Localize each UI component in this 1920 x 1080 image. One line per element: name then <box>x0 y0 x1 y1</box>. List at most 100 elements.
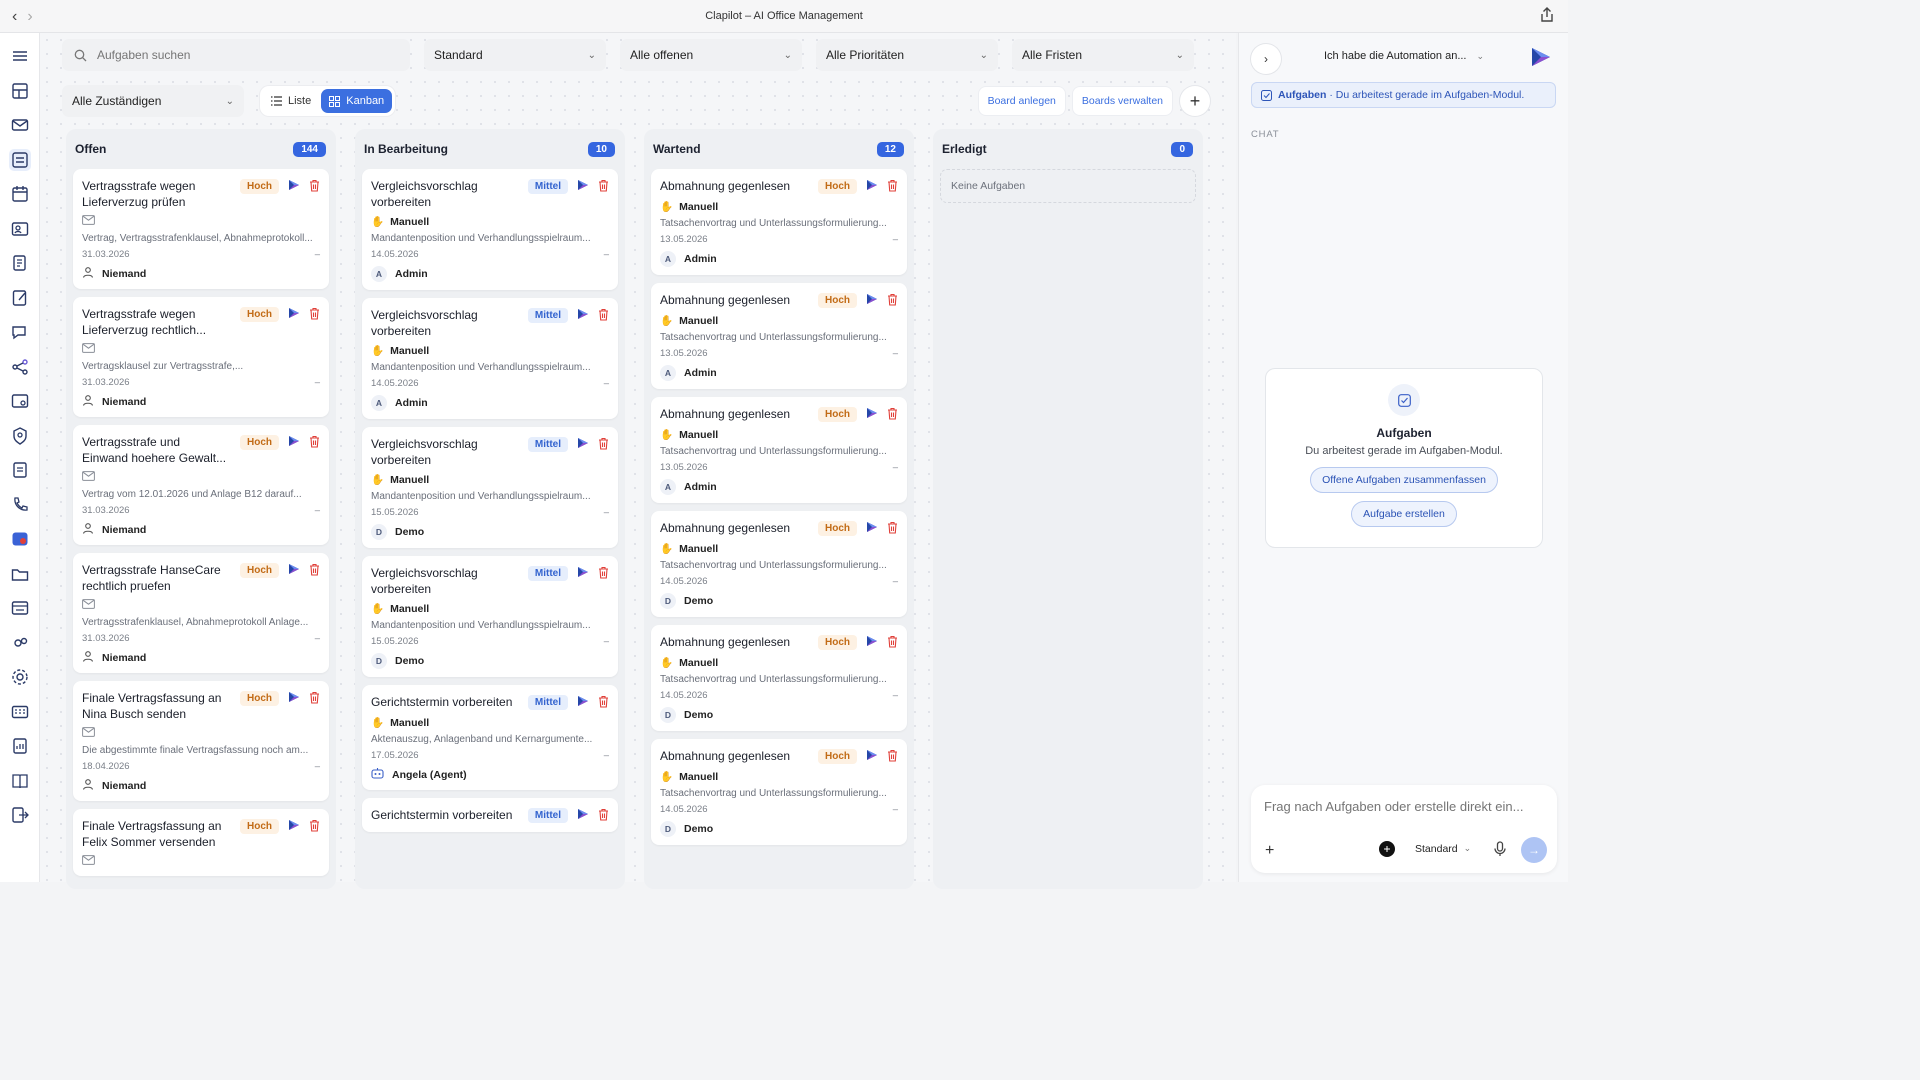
summarize-tasks-button[interactable]: Offene Aufgaben zusammenfassen <box>1310 467 1498 493</box>
assignee-row[interactable]: Angela (Agent) <box>371 767 609 782</box>
assign-ai-icon[interactable] <box>865 406 879 423</box>
assignee-row[interactable]: A Admin <box>660 251 898 267</box>
collapse-panel-button[interactable]: › <box>1251 44 1281 74</box>
delete-icon[interactable] <box>309 435 320 451</box>
task-card[interactable]: Vertragsstrafe und Einwand hoehere Gewal… <box>73 425 329 545</box>
assignee-row[interactable]: A Admin <box>371 395 609 411</box>
task-card[interactable]: Vergleichsvorschlag vorbereiten Mittel ✋ Ma… <box>362 169 618 290</box>
delete-icon[interactable] <box>598 695 609 711</box>
microphone-icon[interactable] <box>1494 841 1506 860</box>
report-icon[interactable] <box>9 735 31 757</box>
list-view-button[interactable]: Liste <box>263 89 319 113</box>
delete-icon[interactable] <box>887 407 898 423</box>
priority-dropdown[interactable]: Alle Prioritäten ⌄ <box>816 39 998 71</box>
media-icon[interactable] <box>9 528 31 550</box>
add-task-button[interactable]: + <box>1180 86 1210 116</box>
kanban-view-button[interactable]: Kanban <box>321 89 393 113</box>
assignee-row[interactable]: D Demo <box>660 593 898 609</box>
assign-ai-icon[interactable] <box>865 748 879 765</box>
assign-ai-icon[interactable] <box>576 178 590 195</box>
assign-ai-icon[interactable] <box>576 307 590 324</box>
task-card[interactable]: Abmahnung gegenlesen Hoch ✋ Manuell Tatsache… <box>651 625 907 731</box>
dashboard-icon[interactable] <box>9 80 31 102</box>
assign-ai-icon[interactable] <box>287 818 301 835</box>
browser-icon[interactable] <box>9 597 31 619</box>
thread-selector[interactable]: Ich habe die Automation an... ⌄ <box>1324 50 1484 62</box>
assign-ai-icon[interactable] <box>287 690 301 707</box>
invoice-icon[interactable] <box>9 459 31 481</box>
contacts-icon[interactable] <box>9 218 31 240</box>
assign-ai-icon[interactable] <box>576 565 590 582</box>
task-card[interactable]: Abmahnung gegenlesen Hoch ✋ Manuell Tatsache… <box>651 283 907 389</box>
delete-icon[interactable] <box>598 437 609 453</box>
assignee-row[interactable]: Niemand <box>82 394 320 409</box>
delete-icon[interactable] <box>887 749 898 765</box>
task-card[interactable]: Vergleichsvorschlag vorbereiten Mittel ✋ Ma… <box>362 427 618 548</box>
delete-icon[interactable] <box>309 563 320 579</box>
delete-icon[interactable] <box>598 566 609 582</box>
task-card[interactable]: Vergleichsvorschlag vorbereiten Mittel ✋ Ma… <box>362 556 618 677</box>
gear-icon[interactable] <box>9 666 31 688</box>
context-chip[interactable]: Aufgaben · Du arbeitest gerade im Aufgab… <box>1251 82 1556 108</box>
chat-input[interactable] <box>1264 799 1549 814</box>
assignee-row[interactable]: D Demo <box>371 524 609 540</box>
assignee-row[interactable]: A Admin <box>660 479 898 495</box>
task-card[interactable]: Finale Vertragsfassung an Nina Busch sen… <box>73 681 329 801</box>
calendar-icon[interactable] <box>9 183 31 205</box>
delete-icon[interactable] <box>887 179 898 195</box>
documents-icon[interactable] <box>9 252 31 274</box>
settings-panel-icon[interactable] <box>9 390 31 412</box>
task-card[interactable]: Abmahnung gegenlesen Hoch ✋ Manuell Tatsache… <box>651 739 907 845</box>
assignee-row[interactable]: D Demo <box>660 707 898 723</box>
assign-ai-icon[interactable] <box>287 562 301 579</box>
task-card[interactable]: Abmahnung gegenlesen Hoch ✋ Manuell Tatsache… <box>651 511 907 617</box>
tasks-icon[interactable] <box>8 148 31 171</box>
workflow-icon[interactable] <box>9 356 31 378</box>
mail-icon[interactable] <box>9 114 31 136</box>
search-input[interactable] <box>97 48 377 62</box>
logout-icon[interactable] <box>9 804 31 826</box>
assign-ai-icon[interactable] <box>287 306 301 323</box>
back-icon[interactable]: ‹ <box>12 8 17 26</box>
menu-icon[interactable] <box>9 45 31 67</box>
book-icon[interactable] <box>9 770 31 792</box>
delete-icon[interactable] <box>309 819 320 835</box>
task-card[interactable]: Vergleichsvorschlag vorbereiten Mittel ✋ Ma… <box>362 298 618 419</box>
assignee-row[interactable]: A Admin <box>660 365 898 381</box>
assignee-row[interactable]: Niemand <box>82 266 320 281</box>
assign-ai-icon[interactable] <box>865 634 879 651</box>
automation-icon[interactable] <box>9 632 31 654</box>
shield-icon[interactable] <box>9 425 31 447</box>
assign-ai-icon[interactable] <box>576 694 590 711</box>
delete-icon[interactable] <box>309 691 320 707</box>
assignee-row[interactable]: Niemand <box>82 650 320 665</box>
delete-icon[interactable] <box>309 179 320 195</box>
chat-icon[interactable] <box>9 321 31 343</box>
assignee-row[interactable]: Niemand <box>82 778 320 793</box>
task-card[interactable]: Vertragsstrafe HanseCare rechtlich pruef… <box>73 553 329 673</box>
assignee-dropdown[interactable]: Alle Zuständigen ⌄ <box>62 85 244 117</box>
view-dropdown[interactable]: Standard ⌄ <box>424 39 606 71</box>
create-task-button[interactable]: Aufgabe erstellen <box>1351 501 1457 527</box>
deadline-dropdown[interactable]: Alle Fristen ⌄ <box>1012 39 1194 71</box>
assign-ai-icon[interactable] <box>576 436 590 453</box>
status-dropdown[interactable]: Alle offenen ⌄ <box>620 39 802 71</box>
assignee-row[interactable]: D Demo <box>371 653 609 669</box>
manage-boards-button[interactable]: Boards verwalten <box>1072 87 1172 115</box>
send-button[interactable]: → <box>1521 837 1547 863</box>
delete-icon[interactable] <box>887 635 898 651</box>
phone-icon[interactable] <box>9 494 31 516</box>
delete-icon[interactable] <box>598 308 609 324</box>
assign-ai-icon[interactable] <box>865 520 879 537</box>
search-box[interactable] <box>62 39 410 71</box>
model-selector[interactable]: Standard ⌄ <box>1415 843 1471 855</box>
task-card[interactable]: Vertragsstrafe wegen Lieferverzug prüfen… <box>73 169 329 289</box>
task-card[interactable]: Gerichtstermin vorbereiten Mittel ✋ Manuell… <box>362 685 618 790</box>
task-card[interactable]: Abmahnung gegenlesen Hoch ✋ Manuell Tatsache… <box>651 169 907 275</box>
forward-icon[interactable]: › <box>27 8 32 26</box>
task-card[interactable]: Finale Vertragsfassung an Felix Sommer v… <box>73 809 329 876</box>
delete-icon[interactable] <box>309 307 320 323</box>
share-icon[interactable] <box>1540 7 1554 26</box>
create-board-button[interactable]: Board anlegen <box>978 87 1065 115</box>
assign-ai-icon[interactable] <box>287 434 301 451</box>
